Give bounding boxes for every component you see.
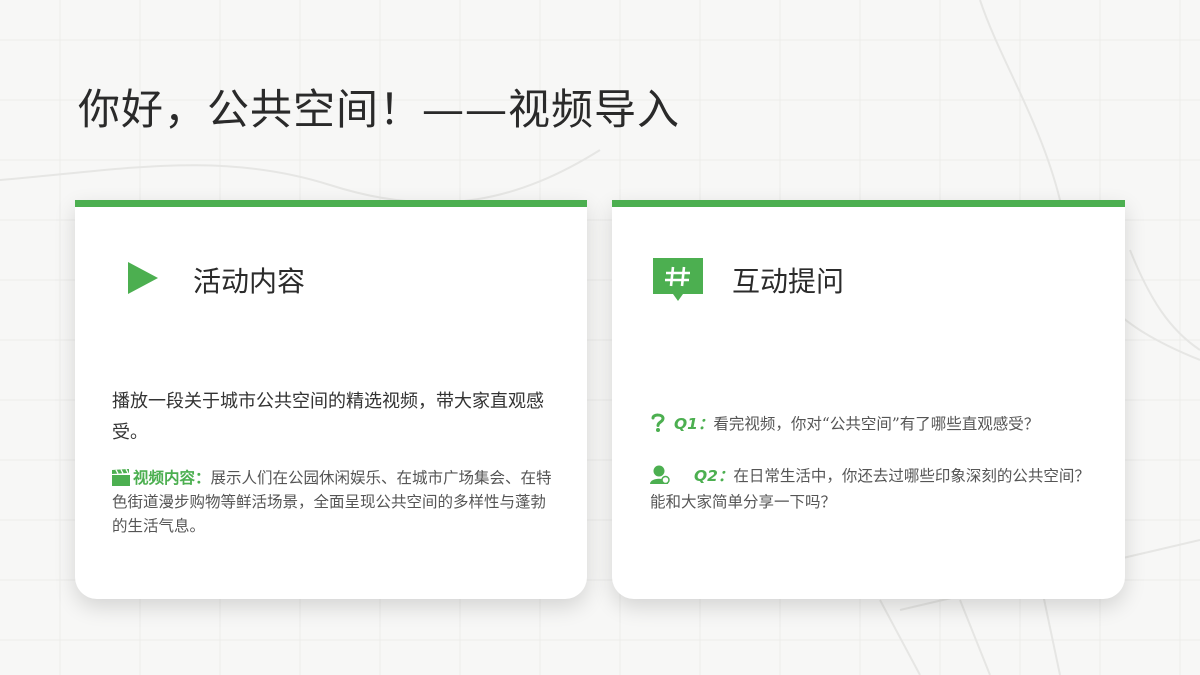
play-icon: [128, 262, 158, 294]
interaction-card: 互动提问 Q1：看完视频，你对“公共空间”有了哪些直观感受？ Q2：在日常生活中…: [612, 200, 1125, 599]
interaction-heading: 互动提问: [732, 265, 845, 298]
card-accent-bar: [75, 200, 587, 207]
question-text: 看完视频，你对“公共空间”有了哪些直观感受？: [713, 415, 1040, 433]
question-label: Q2：: [693, 467, 734, 485]
hashtag-chat-icon: [653, 258, 703, 301]
card-accent-bar: [612, 200, 1125, 207]
question-2: Q2：在日常生活中，你还去过哪些印象深刻的公共空间？能和大家简单分享一下吗？: [650, 463, 1095, 515]
activity-description: 播放一段关于城市公共空间的精选视频，带大家直观感受。: [112, 391, 544, 443]
user-icon: [650, 465, 670, 484]
question-1: Q1：看完视频，你对“公共空间”有了哪些直观感受？: [650, 411, 1095, 437]
activity-card: 活动内容 播放一段关于城市公共空间的精选视频，带大家直观感受。 视频内容：展示人…: [75, 200, 587, 599]
clapperboard-icon: [112, 469, 130, 486]
activity-heading: 活动内容: [193, 265, 306, 298]
page-title: 你好，公共空间！——视频导入: [78, 85, 681, 134]
video-content-label: 视频内容：: [133, 468, 211, 487]
video-content-detail: 视频内容：展示人们在公园休闲娱乐、在城市广场集会、在特色街道漫步购物等鲜活场景，…: [112, 466, 560, 538]
question-icon: [651, 413, 665, 432]
question-label: Q1：: [673, 415, 714, 433]
